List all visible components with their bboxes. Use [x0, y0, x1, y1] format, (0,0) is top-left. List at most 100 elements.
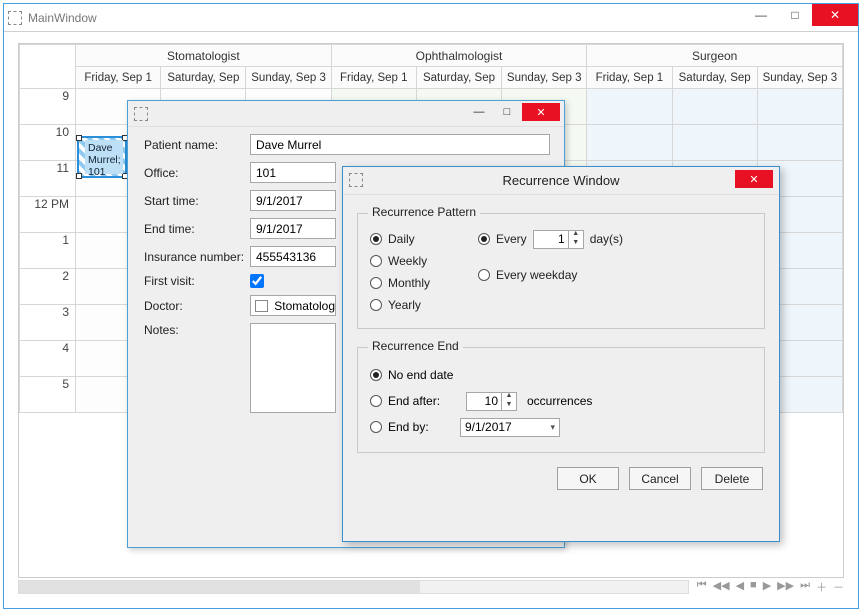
doctor-label: Doctor: — [144, 299, 250, 313]
appointment-line: Murrel; — [88, 154, 120, 166]
time-label: 12 PM — [20, 197, 76, 233]
date-navigator: ⏮◀◀◀■▶▶▶⏭＋－ — [18, 578, 844, 596]
radio-icon — [478, 233, 490, 245]
radio-end-after[interactable]: End after: — [370, 394, 460, 408]
radio-yearly[interactable]: Yearly — [370, 294, 470, 316]
day-header[interactable]: Friday, Sep 1 — [587, 67, 672, 89]
spin-down-icon[interactable]: ▼ — [569, 239, 583, 248]
group-header-stomatologist[interactable]: Stomatologist — [76, 45, 332, 67]
notes-textarea[interactable] — [250, 323, 336, 413]
first-visit-checkbox[interactable] — [250, 274, 264, 288]
insurance-number-input[interactable] — [250, 246, 336, 267]
window-title: MainWindow — [28, 11, 97, 25]
window-controls: — □ ✕ — [744, 4, 858, 31]
end-after-input[interactable] — [467, 394, 501, 408]
doctor-combobox[interactable]: Stomatolog — [250, 295, 336, 316]
nav-button-1[interactable]: ◀◀ — [713, 579, 730, 595]
cancel-button[interactable]: Cancel — [629, 467, 691, 490]
radio-end-by[interactable]: End by: — [370, 420, 460, 434]
radio-no-end-date[interactable]: No end date — [370, 362, 752, 388]
spin-up-icon[interactable]: ▲ — [502, 392, 516, 401]
end-after-spinner[interactable]: ▲▼ — [466, 392, 517, 411]
ok-button[interactable]: OK — [557, 467, 619, 490]
recurrence-end-group: Recurrence End No end date End after: ▲▼… — [357, 347, 765, 453]
start-time-input[interactable] — [250, 190, 336, 211]
edit-dialog-titlebar[interactable]: — □ ✕ — [128, 101, 564, 127]
nav-button-7[interactable]: ＋ — [816, 579, 827, 595]
day-header[interactable]: Saturday, Sep — [416, 67, 501, 89]
recurrence-dialog: Recurrence Window ✕ Recurrence Pattern D… — [342, 166, 780, 542]
spin-down-icon[interactable]: ▼ — [502, 401, 516, 410]
radio-icon — [370, 299, 382, 311]
day-header[interactable]: Saturday, Sep — [161, 67, 246, 89]
radio-icon — [370, 255, 382, 267]
time-label: 11 — [20, 161, 76, 197]
radio-every-n-days[interactable]: Every ▲▼ day(s) — [478, 228, 752, 250]
recurrence-titlebar[interactable]: Recurrence Window ✕ — [343, 167, 779, 195]
edit-close-button[interactable]: ✕ — [522, 103, 560, 121]
day-header[interactable]: Sunday, Sep 3 — [757, 67, 842, 89]
appointment-text: Dave Murrel; 101 — [85, 140, 123, 174]
titlebar[interactable]: MainWindow — □ ✕ — [4, 4, 858, 32]
time-slot[interactable] — [587, 125, 672, 161]
edit-minimize-button[interactable]: — — [466, 103, 492, 121]
time-slot[interactable] — [757, 89, 842, 125]
horizontal-scrollbar[interactable] — [18, 580, 689, 594]
color-swatch — [255, 300, 268, 312]
nav-button-5[interactable]: ▶▶ — [777, 579, 794, 595]
nav-button-2[interactable]: ◀ — [736, 579, 744, 595]
recurrence-pattern-group: Recurrence Pattern Daily Weekly Monthly … — [357, 213, 765, 329]
patient-name-label: Patient name: — [144, 138, 250, 152]
maximize-button[interactable]: □ — [778, 4, 812, 26]
time-label: 10 — [20, 125, 76, 161]
radio-monthly[interactable]: Monthly — [370, 272, 470, 294]
nav-button-6[interactable]: ⏭ — [800, 579, 810, 595]
radio-every-weekday[interactable]: Every weekday — [478, 264, 752, 286]
radio-weekly[interactable]: Weekly — [370, 250, 470, 272]
group-header-ophthalmologist[interactable]: Ophthalmologist — [331, 45, 587, 67]
day-header[interactable]: Sunday, Sep 3 — [502, 67, 587, 89]
time-slot[interactable] — [672, 125, 757, 161]
nav-button-0[interactable]: ⏮ — [697, 579, 707, 595]
minimize-button[interactable]: — — [744, 4, 778, 26]
time-label: 3 — [20, 305, 76, 341]
day-header[interactable]: Friday, Sep 1 — [331, 67, 416, 89]
recurrence-pattern-label: Recurrence Pattern — [368, 205, 480, 219]
scheduler-corner — [20, 45, 76, 89]
edit-maximize-button[interactable]: □ — [494, 103, 520, 121]
end-by-date-picker[interactable]: 9/1/2017 ▾ — [460, 418, 560, 437]
recurrence-title: Recurrence Window — [502, 173, 619, 188]
day-header[interactable]: Saturday, Sep — [672, 67, 757, 89]
recurrence-close-button[interactable]: ✕ — [735, 170, 773, 188]
patient-name-input[interactable] — [250, 134, 550, 155]
day-header[interactable]: Friday, Sep 1 — [76, 67, 161, 89]
radio-daily[interactable]: Daily — [370, 228, 470, 250]
nav-button-4[interactable]: ▶ — [763, 579, 771, 595]
time-slot[interactable] — [757, 125, 842, 161]
office-input[interactable] — [250, 162, 336, 183]
time-slot[interactable] — [587, 89, 672, 125]
doctor-value: Stomatolog — [274, 299, 335, 313]
time-slot[interactable] — [672, 89, 757, 125]
group-header-surgeon[interactable]: Surgeon — [587, 45, 843, 67]
nav-button-3[interactable]: ■ — [750, 579, 757, 595]
app-icon — [349, 173, 363, 187]
every-days-spinner[interactable]: ▲▼ — [533, 230, 584, 249]
spin-up-icon[interactable]: ▲ — [569, 230, 583, 239]
resize-handle[interactable] — [76, 173, 82, 179]
delete-button[interactable]: Delete — [701, 467, 763, 490]
appointment-line: Dave — [88, 142, 120, 154]
end-time-label: End time: — [144, 222, 250, 236]
resize-handle[interactable] — [76, 135, 82, 141]
day-header[interactable]: Sunday, Sep 3 — [246, 67, 331, 89]
every-days-input[interactable] — [534, 232, 568, 246]
insurance-number-label: Insurance number: — [144, 250, 250, 264]
office-label: Office: — [144, 166, 250, 180]
radio-icon — [370, 395, 382, 407]
time-label: 1 — [20, 233, 76, 269]
nav-button-8[interactable]: － — [833, 579, 844, 595]
end-time-input[interactable] — [250, 218, 336, 239]
appointment-dave-murrel[interactable]: Dave Murrel; 101 — [77, 136, 127, 178]
close-button[interactable]: ✕ — [812, 4, 858, 26]
time-label: 4 — [20, 341, 76, 377]
